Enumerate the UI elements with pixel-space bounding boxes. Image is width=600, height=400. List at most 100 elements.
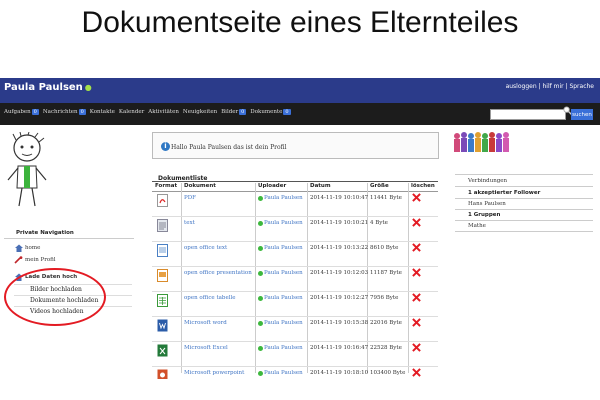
nav-item-bilder[interactable]: Bilder 0 xyxy=(221,109,247,115)
size-cell: 11187 Byte xyxy=(370,270,402,276)
delete-icon[interactable] xyxy=(412,368,421,377)
document-link[interactable]: open office presentation xyxy=(184,270,252,276)
date-cell: 2014-11-19 10:12:03 xyxy=(310,270,369,276)
nav-item-aufgaben[interactable]: Aufgaben 0 xyxy=(4,109,39,115)
table-row: text Paula Paulsen 2014-11-19 10:10:21 4… xyxy=(152,217,438,242)
divider xyxy=(455,186,593,187)
document-link[interactable]: PDF xyxy=(184,195,196,201)
nav-item-dokumente[interactable]: Dokumente 0 xyxy=(250,109,291,115)
date-cell: 2014-11-19 10:18:10 xyxy=(310,370,369,376)
word-icon xyxy=(157,319,168,332)
welcome-box: i Hallo Paula Paulsen das ist dein Profi… xyxy=(152,132,439,159)
uploader-link[interactable]: Paula Paulsen xyxy=(258,370,303,376)
divider xyxy=(455,209,593,210)
people-group-icon xyxy=(454,132,509,152)
divider xyxy=(455,198,593,199)
table-row: open office presentation Paula Paulsen 2… xyxy=(152,267,438,292)
date-cell: 2014-11-19 10:10:21 xyxy=(310,220,369,226)
top-links[interactable]: ausloggen | hilf mir | Sprache xyxy=(506,83,594,90)
date-cell: 2014-11-19 10:12:27 xyxy=(310,295,369,301)
date-cell: 2014-11-19 10:16:47 xyxy=(310,345,369,351)
divider xyxy=(455,220,593,221)
column-header-document[interactable]: Dokument xyxy=(184,183,216,189)
column-header-uploader[interactable]: Uploader xyxy=(258,183,286,189)
divider xyxy=(455,174,593,175)
size-cell: 7956 Byte xyxy=(370,295,399,301)
delete-icon[interactable] xyxy=(412,193,421,202)
size-cell: 4 Byte xyxy=(370,220,388,226)
excel-icon xyxy=(157,344,168,357)
status-dot-icon: ● xyxy=(84,83,92,92)
table-row: open office text Paula Paulsen 2014-11-1… xyxy=(152,242,438,267)
search-input[interactable] xyxy=(490,109,566,120)
column-header-size[interactable]: Größe xyxy=(370,183,389,189)
oo-presentation-icon xyxy=(157,269,168,282)
size-cell: 22528 Byte xyxy=(370,345,402,351)
uploader-link[interactable]: Paula Paulsen xyxy=(258,320,303,326)
uploader-link[interactable]: Paula Paulsen xyxy=(258,270,303,276)
table-row: Microsoft Excel Paula Paulsen 2014-11-19… xyxy=(152,342,438,367)
groups-heading: 1 Gruppen xyxy=(468,212,501,218)
document-link[interactable]: Microsoft Excel xyxy=(184,345,228,351)
count-badge: 0 xyxy=(239,109,247,115)
document-link[interactable]: Microsoft word xyxy=(184,320,227,326)
nav-item-neuigkeiten[interactable]: Neuigkeiten xyxy=(183,109,217,115)
nav-item-kontakte[interactable]: Kontakte xyxy=(90,109,115,115)
uploader-link[interactable]: Paula Paulsen xyxy=(258,220,303,226)
column-header-date[interactable]: Datum xyxy=(310,183,331,189)
column-header-delete: löschen xyxy=(411,183,435,189)
document-link[interactable]: Microsoft powerpoint xyxy=(184,370,244,376)
pdf-icon xyxy=(157,194,168,207)
count-badge: 0 xyxy=(78,109,86,115)
wrench-icon xyxy=(14,256,23,264)
delete-icon[interactable] xyxy=(412,268,421,277)
nav-item-kalender[interactable]: Kalender xyxy=(119,109,144,115)
date-cell: 2014-11-19 10:15:38 xyxy=(310,320,369,326)
uploader-link[interactable]: Paula Paulsen xyxy=(258,245,303,251)
uploader-link[interactable]: Paula Paulsen xyxy=(258,295,303,301)
avatar[interactable] xyxy=(4,132,50,210)
group-link[interactable]: Mathe xyxy=(468,223,486,229)
delete-icon[interactable] xyxy=(412,243,421,252)
nav-item-aktivitaeten[interactable]: Aktivitäten xyxy=(148,109,179,115)
online-icon xyxy=(258,370,263,376)
sidebar-item-home[interactable]: home xyxy=(14,244,40,252)
main-navbar: Aufgaben 0 Nachrichten 0 Kontakte Kalender… xyxy=(0,103,600,125)
divider xyxy=(455,231,593,232)
delete-icon[interactable] xyxy=(412,293,421,302)
home-icon xyxy=(15,244,23,252)
size-cell: 11441 Byte xyxy=(370,195,402,201)
uploader-link[interactable]: Paula Paulsen xyxy=(258,345,303,351)
divider xyxy=(152,181,438,182)
size-cell: 103400 Byte xyxy=(370,370,406,376)
divider xyxy=(4,238,134,239)
document-link[interactable]: open office text xyxy=(184,245,227,251)
uploader-link[interactable]: Paula Paulsen xyxy=(258,195,303,201)
date-cell: 2014-11-19 10:13:22 xyxy=(310,245,369,251)
online-icon xyxy=(258,220,263,226)
info-icon: i xyxy=(161,142,170,151)
nav-items: Aufgaben 0 Nachrichten 0 Kontakte Kalender… xyxy=(4,109,291,115)
delete-icon[interactable] xyxy=(412,318,421,327)
oo-text-icon xyxy=(157,244,168,257)
table-row: open office tabelle Paula Paulsen 2014-1… xyxy=(152,292,438,317)
online-icon xyxy=(258,245,263,251)
text-icon xyxy=(157,219,168,232)
sidebar-item-profile[interactable]: mein Profil xyxy=(14,256,56,264)
delete-icon[interactable] xyxy=(412,343,421,352)
online-icon xyxy=(258,295,263,301)
document-link[interactable]: text xyxy=(184,220,195,226)
nav-item-nachrichten[interactable]: Nachrichten 0 xyxy=(43,109,86,115)
online-icon xyxy=(258,270,263,276)
size-cell: 8610 Byte xyxy=(370,245,399,251)
highlight-ellipse xyxy=(4,268,106,326)
online-icon xyxy=(258,320,263,326)
document-link[interactable]: open office tabelle xyxy=(184,295,235,301)
online-icon xyxy=(258,195,263,201)
follower-link[interactable]: Hans Paulsen xyxy=(468,201,506,207)
powerpoint-icon xyxy=(157,369,168,379)
user-name-link[interactable]: Paula Paulsen ● xyxy=(4,82,92,93)
delete-icon[interactable] xyxy=(412,218,421,227)
table-row: Microsoft word Paula Paulsen 2014-11-19 … xyxy=(152,317,438,342)
search-button[interactable]: suchen xyxy=(571,109,593,120)
